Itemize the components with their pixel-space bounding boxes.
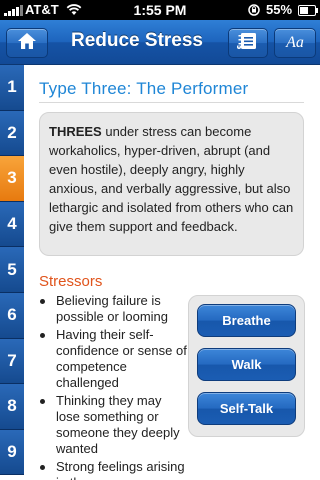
page-title: Reduce Stress: [70, 30, 203, 51]
battery-icon: [298, 5, 318, 16]
bullet-icon: [40, 465, 45, 470]
walk-button[interactable]: Walk: [197, 348, 296, 381]
intro-text: under stress can become workaholics, hyp…: [49, 124, 294, 234]
tab-7[interactable]: 7: [0, 338, 24, 385]
stressor-list: Believing failure is possible or looming…: [37, 293, 187, 480]
tab-4[interactable]: 4: [0, 201, 24, 248]
list-item: Having their self-confidence or sense of…: [37, 327, 187, 391]
tab-2[interactable]: 2: [0, 110, 24, 157]
stressor-text: Strong feelings arising in them or: [56, 459, 185, 480]
font-size-button[interactable]: Aa: [274, 28, 316, 58]
home-button[interactable]: [6, 28, 48, 58]
section-title: Type Three: The Performer: [39, 79, 249, 98]
tab-9[interactable]: 9: [0, 429, 24, 476]
title-divider: [39, 102, 304, 103]
nav-bar: Reduce Stress Aa: [0, 20, 320, 65]
list-item: Believing failure is possible or looming: [37, 293, 187, 325]
stressor-text: Thinking they may lose something or some…: [56, 393, 180, 456]
tab-1[interactable]: 1: [0, 65, 24, 111]
self-talk-button[interactable]: Self-Talk: [197, 392, 296, 425]
actions-box: Breathe Walk Self-Talk: [188, 295, 305, 437]
main-content: Type Three: The Performer THREES under s…: [24, 65, 320, 480]
intro-strong: THREES: [49, 124, 102, 139]
stressor-text: Having their self-confidence or sense of…: [56, 327, 187, 390]
tab-6[interactable]: 6: [0, 292, 24, 339]
section-tabs: 123456789: [0, 65, 24, 480]
list-item: Thinking they may lose something or some…: [37, 393, 187, 457]
stressor-text: Believing failure is possible or looming: [56, 293, 169, 324]
list-item: Strong feelings arising in them or: [37, 459, 187, 480]
notes-icon: [236, 31, 260, 56]
bullet-icon: [40, 399, 45, 404]
battery-fill: [300, 7, 308, 14]
notes-button[interactable]: [228, 28, 268, 58]
home-icon: [17, 32, 37, 55]
screen: AT&T 1:55 PM 55% Reduce Stress Aa 1 2 3 …: [0, 0, 320, 480]
lock-rotation-icon: [248, 4, 260, 19]
bullet-icon: [40, 299, 45, 304]
tab-3[interactable]: 3: [0, 156, 24, 202]
intro-box: THREES under stress can become workaholi…: [39, 112, 304, 256]
bullet-icon: [40, 333, 45, 338]
stressors-heading: Stressors: [39, 273, 103, 290]
breathe-button[interactable]: Breathe: [197, 304, 296, 337]
tab-8[interactable]: 8: [0, 384, 24, 430]
tab-5[interactable]: 5: [0, 247, 24, 293]
battery-percent: 55%: [266, 2, 293, 17]
status-bar: AT&T 1:55 PM 55%: [0, 0, 320, 20]
